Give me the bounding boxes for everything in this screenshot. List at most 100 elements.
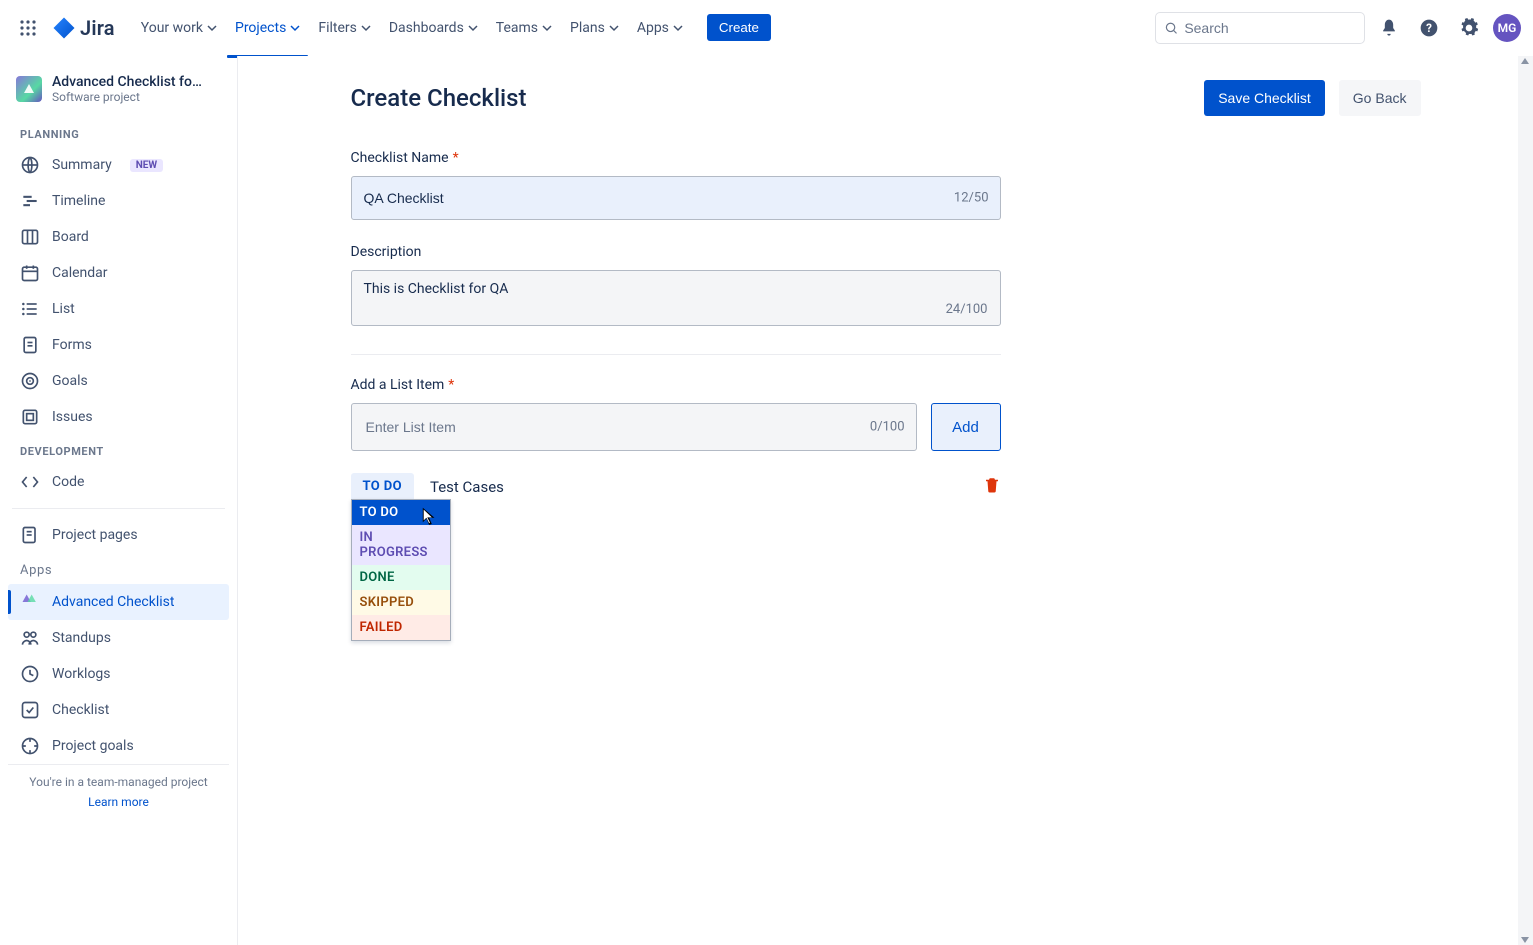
- notifications-icon[interactable]: [1373, 12, 1405, 44]
- goals-icon: [20, 371, 40, 391]
- sidebar-item-calendar[interactable]: Calendar: [8, 255, 229, 291]
- save-checklist-button[interactable]: Save Checklist: [1204, 80, 1325, 116]
- sidebar-item-forms[interactable]: Forms: [8, 327, 229, 363]
- list-item-row: TO DO Test Cases TO DOIN PROGRESSDONESKI…: [351, 473, 1001, 500]
- code-icon: [20, 472, 40, 492]
- add-list-item-label: Add a List Item*: [351, 377, 1001, 393]
- sidebar-item-label: Project pages: [52, 527, 138, 543]
- sidebar-divider: [12, 508, 225, 509]
- delete-item-button[interactable]: [983, 476, 1001, 498]
- nav-item-label: Teams: [496, 20, 538, 36]
- status-dropdown: TO DOIN PROGRESSDONESKIPPEDFAILED: [351, 499, 451, 641]
- list-icon: [20, 299, 40, 319]
- planning-section-label: PLANNING: [8, 118, 229, 147]
- sidebar-item-label: Calendar: [52, 265, 108, 281]
- nav-item-teams[interactable]: Teams: [488, 14, 560, 42]
- checklist-name-label: Checklist Name*: [351, 150, 1001, 166]
- project-header[interactable]: Advanced Checklist for J... Software pro…: [8, 70, 229, 118]
- search-box[interactable]: [1155, 12, 1365, 44]
- sidebar-item-label: Worklogs: [52, 666, 111, 682]
- search-icon: [1164, 20, 1178, 36]
- sidebar-item-advanced-checklist[interactable]: Advanced Checklist: [8, 584, 229, 620]
- nav-item-plans[interactable]: Plans: [562, 14, 627, 42]
- description-counter: 24/100: [946, 302, 988, 317]
- project-icon: [16, 76, 42, 102]
- list-item-counter: 0/100: [870, 420, 905, 435]
- sidebar-item-label: Standups: [52, 630, 111, 646]
- status-option-skipped[interactable]: SKIPPED: [352, 590, 450, 615]
- sidebar-item-checklist[interactable]: Checklist: [8, 692, 229, 728]
- checklist-name-input[interactable]: [351, 176, 1001, 220]
- top-navigation: Jira Your workProjectsFilters Dashboards T…: [0, 0, 1533, 56]
- status-dropdown-trigger[interactable]: TO DO: [351, 473, 414, 500]
- sidebar-item-label: Forms: [52, 337, 92, 353]
- worklogs-icon: [20, 664, 40, 684]
- description-value: This is Checklist for QA: [364, 281, 988, 297]
- chevron-down-icon: [609, 23, 619, 33]
- sidebar-item-goals[interactable]: Goals: [8, 363, 229, 399]
- sidebar-item-project-pages[interactable]: Project pages: [8, 517, 229, 553]
- sidebar-item-label: Timeline: [52, 193, 105, 209]
- standups-icon: [20, 628, 40, 648]
- sidebar-item-list[interactable]: List: [8, 291, 229, 327]
- sidebar-learn-more-link[interactable]: Learn more: [18, 795, 219, 809]
- summary-icon: [20, 155, 40, 175]
- nav-item-label: Apps: [637, 20, 669, 36]
- form-divider: [351, 354, 1001, 355]
- project-subtitle: Software project: [52, 90, 202, 104]
- new-badge: NEW: [130, 159, 163, 172]
- issues-icon: [20, 407, 40, 427]
- sidebar-item-label: Summary: [52, 157, 112, 173]
- description-label: Description: [351, 244, 1001, 260]
- sidebar-item-worklogs[interactable]: Worklogs: [8, 656, 229, 692]
- status-option-todo[interactable]: TO DO: [352, 500, 450, 525]
- create-button[interactable]: Create: [707, 14, 771, 41]
- sidebar-item-label: Advanced Checklist: [52, 594, 174, 610]
- nav-item-apps[interactable]: Apps: [629, 14, 691, 42]
- pages-icon: [20, 525, 40, 545]
- sidebar-item-label: Board: [52, 229, 89, 245]
- sidebar-footer: You're in a team-managed project Learn m…: [8, 764, 229, 819]
- sidebar-item-issues[interactable]: Issues: [8, 399, 229, 435]
- help-icon[interactable]: ?: [1413, 12, 1445, 44]
- calendar-icon: [20, 263, 40, 283]
- chevron-down-icon: [290, 23, 300, 33]
- checklist-icon: [20, 700, 40, 720]
- add-button[interactable]: Add: [931, 403, 1001, 451]
- list-item-input[interactable]: [351, 403, 917, 451]
- app-switcher-icon[interactable]: [12, 12, 44, 44]
- chevron-down-icon: [468, 23, 478, 33]
- trash-icon: [983, 476, 1001, 494]
- go-back-button[interactable]: Go Back: [1339, 80, 1421, 116]
- sidebar-item-label: List: [52, 301, 75, 317]
- settings-icon[interactable]: [1453, 12, 1485, 44]
- status-option-inprog[interactable]: IN PROGRESS: [352, 525, 450, 565]
- nav-item-filters[interactable]: Filters: [310, 14, 379, 42]
- sidebar-item-summary[interactable]: Summary NEW: [8, 147, 229, 183]
- nav-item-dashboards[interactable]: Dashboards: [381, 14, 486, 42]
- development-section-label: DEVELOPMENT: [8, 435, 229, 464]
- chevron-down-icon: [207, 23, 217, 33]
- status-option-failed[interactable]: FAILED: [352, 615, 450, 640]
- search-input[interactable]: [1184, 20, 1356, 36]
- sidebar-item-project-goals[interactable]: Project goals: [8, 728, 229, 764]
- main-scrollbar[interactable]: [1518, 56, 1533, 945]
- status-option-done[interactable]: DONE: [352, 565, 450, 590]
- nav-item-your-work[interactable]: Your work: [133, 14, 225, 42]
- nav-item-label: Dashboards: [389, 20, 464, 36]
- svg-text:?: ?: [1426, 21, 1432, 35]
- jira-logo[interactable]: Jira: [52, 16, 115, 40]
- sidebar-item-label: Issues: [52, 409, 93, 425]
- sidebar-item-timeline[interactable]: Timeline: [8, 183, 229, 219]
- sidebar-item-standups[interactable]: Standups: [8, 620, 229, 656]
- sidebar-item-code[interactable]: Code: [8, 464, 229, 500]
- description-input[interactable]: This is Checklist for QA 24/100: [351, 270, 1001, 326]
- sidebar-item-board[interactable]: Board: [8, 219, 229, 255]
- chevron-down-icon: [542, 23, 552, 33]
- advanced-checklist-icon: [20, 592, 40, 612]
- nav-menu: Your workProjectsFilters Dashboards Teams P…: [133, 14, 691, 42]
- checklist-name-counter: 12/50: [954, 191, 989, 206]
- nav-item-projects[interactable]: Projects: [227, 14, 308, 42]
- project-name: Advanced Checklist for J...: [52, 74, 202, 90]
- user-avatar[interactable]: MG: [1493, 14, 1521, 42]
